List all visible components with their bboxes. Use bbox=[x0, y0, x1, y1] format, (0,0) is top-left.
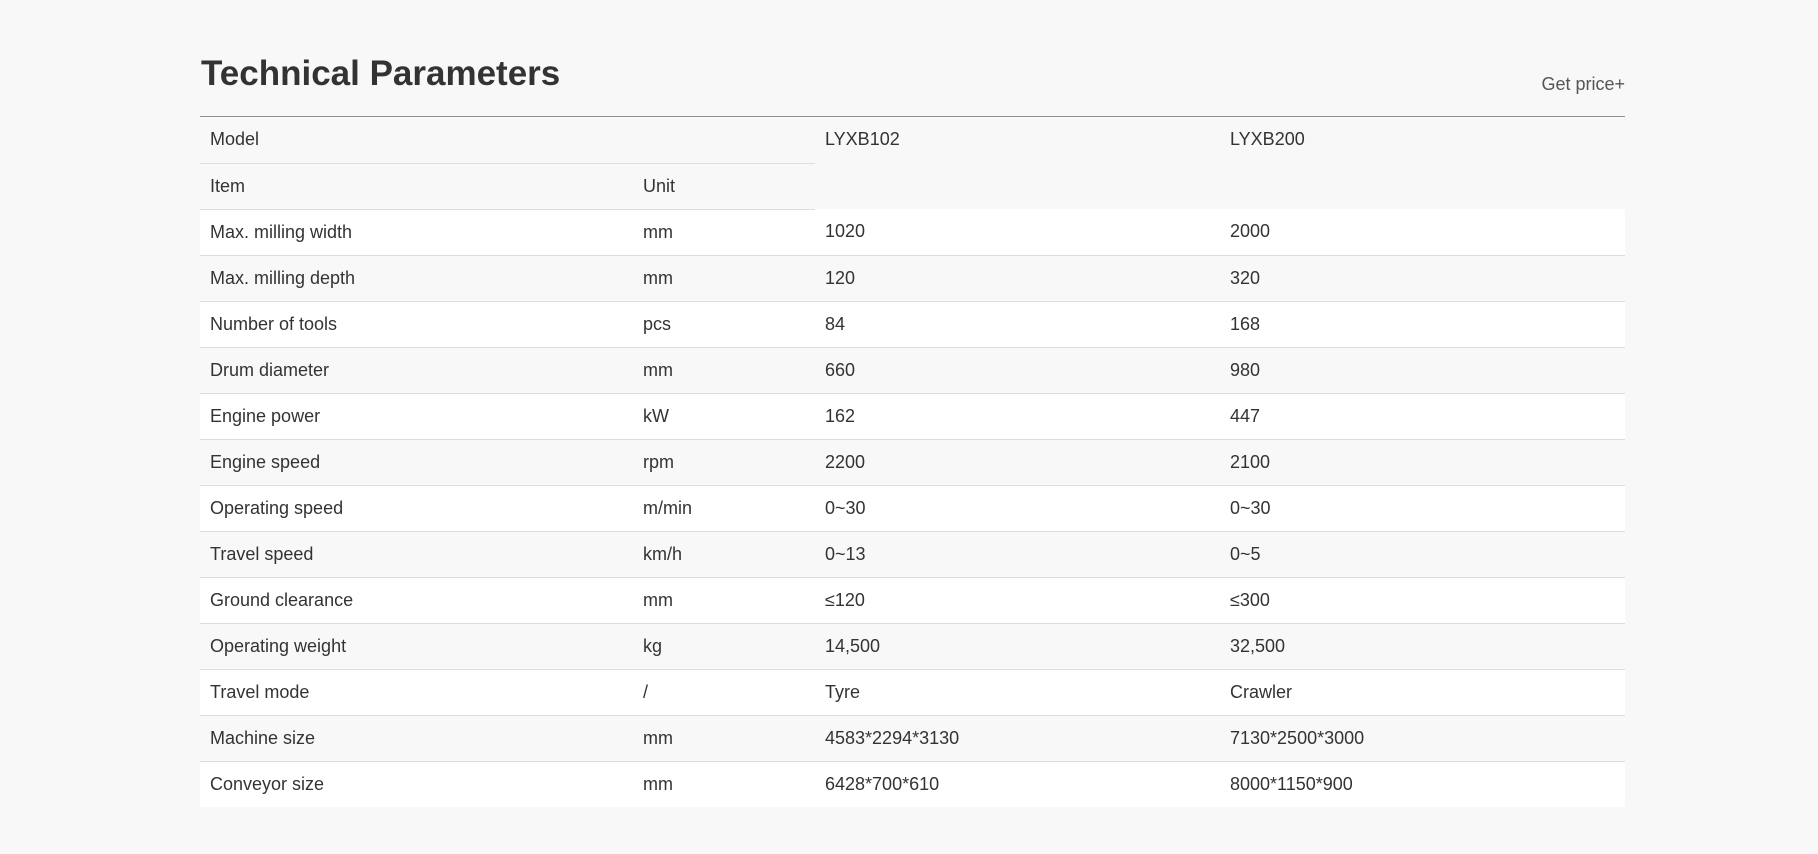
param-lyxb200-value: 447 bbox=[1220, 393, 1625, 440]
param-unit-cell: mm bbox=[633, 577, 815, 624]
param-item-cell: Machine size bbox=[200, 715, 633, 762]
param-unit-cell: rpm bbox=[633, 439, 815, 486]
table-row: Ground clearance mm ≤120 ≤300 bbox=[200, 577, 1625, 624]
table-row: Machine size mm 4583*2294*3130 7130*2500*30… bbox=[200, 715, 1625, 762]
param-lyxb102-value: 120 bbox=[815, 255, 1220, 302]
page-title: Technical Parameters bbox=[201, 54, 561, 93]
table-row: Travel speed km/h 0~13 0~5 bbox=[200, 531, 1625, 578]
param-lyxb200-value: 2100 bbox=[1220, 439, 1625, 486]
param-lyxb102-value: 6428*700*610 bbox=[815, 761, 1220, 807]
param-unit-cell: mm bbox=[633, 209, 815, 256]
table-row: Max. milling depth mm 120 320 bbox=[200, 255, 1625, 302]
table-row: Max. milling width mm 1020 2000 bbox=[200, 209, 1625, 256]
param-unit-cell: / bbox=[633, 669, 815, 716]
param-lyxb102-value: 2200 bbox=[815, 439, 1220, 486]
model-header: Model bbox=[200, 117, 815, 164]
technical-parameters-section: Technical Parameters Get price+ Model LY… bbox=[200, 0, 1625, 807]
param-lyxb102-value: 0~13 bbox=[815, 531, 1220, 578]
table-row: Engine speed rpm 2200 2100 bbox=[200, 439, 1625, 486]
param-lyxb102-value: 0~30 bbox=[815, 485, 1220, 532]
param-item-cell: Drum diameter bbox=[200, 347, 633, 394]
param-item-cell: Operating speed bbox=[200, 485, 633, 532]
param-lyxb102-value: 14,500 bbox=[815, 623, 1220, 670]
param-lyxb200-value: Crawler bbox=[1220, 669, 1625, 716]
param-lyxb200-value: 32,500 bbox=[1220, 623, 1625, 670]
param-lyxb200-value: 8000*1150*900 bbox=[1220, 761, 1625, 807]
table-row: Engine power kW 162 447 bbox=[200, 393, 1625, 440]
param-item-cell: Number of tools bbox=[200, 301, 633, 348]
unit-header: Unit bbox=[633, 163, 815, 210]
param-item-cell: Operating weight bbox=[200, 623, 633, 670]
param-lyxb102-value: 162 bbox=[815, 393, 1220, 440]
table-row: Operating weight kg 14,500 32,500 bbox=[200, 623, 1625, 670]
table-row: Travel mode / Tyre Crawler bbox=[200, 669, 1625, 716]
param-item-cell: Travel mode bbox=[200, 669, 633, 716]
param-unit-cell: kg bbox=[633, 623, 815, 670]
param-lyxb200-value: 980 bbox=[1220, 347, 1625, 394]
param-item-cell: Ground clearance bbox=[200, 577, 633, 624]
table-header-row-models: Model LYXB102 LYXB200 bbox=[200, 117, 1625, 164]
parameters-table: Model LYXB102 LYXB200 Item Unit Max. mil… bbox=[200, 117, 1625, 807]
section-header: Technical Parameters Get price+ bbox=[200, 0, 1625, 117]
param-unit-cell: mm bbox=[633, 715, 815, 762]
param-item-cell: Max. milling width bbox=[200, 209, 633, 256]
param-unit-cell: kW bbox=[633, 393, 815, 440]
parameters-table-body: Max. milling width mm 1020 2000 Max. milling… bbox=[200, 209, 1625, 807]
param-lyxb102-value: ≤120 bbox=[815, 577, 1220, 624]
param-unit-cell: pcs bbox=[633, 301, 815, 348]
param-lyxb102-value: Tyre bbox=[815, 669, 1220, 716]
param-unit-cell: mm bbox=[633, 761, 815, 807]
model-lyxb102-header: LYXB102 bbox=[825, 129, 900, 149]
param-lyxb200-value: 2000 bbox=[1220, 209, 1625, 256]
param-lyxb102-value: 4583*2294*3130 bbox=[815, 715, 1220, 762]
param-lyxb102-value: 84 bbox=[815, 301, 1220, 348]
param-lyxb200-value: 168 bbox=[1220, 301, 1625, 348]
param-item-cell: Travel speed bbox=[200, 531, 633, 578]
param-lyxb102-value: 660 bbox=[815, 347, 1220, 394]
param-lyxb200-value: 7130*2500*3000 bbox=[1220, 715, 1625, 762]
param-lyxb200-value: 0~30 bbox=[1220, 485, 1625, 532]
table-row: Number of tools pcs 84 168 bbox=[200, 301, 1625, 348]
get-price-link[interactable]: Get price+ bbox=[1541, 73, 1625, 95]
param-lyxb102-value: 1020 bbox=[815, 209, 1220, 256]
param-item-cell: Max. milling depth bbox=[200, 255, 633, 302]
param-item-cell: Engine speed bbox=[200, 439, 633, 486]
table-row: Operating speed m/min 0~30 0~30 bbox=[200, 485, 1625, 532]
param-unit-cell: km/h bbox=[633, 531, 815, 578]
param-unit-cell: mm bbox=[633, 347, 815, 394]
param-item-cell: Engine power bbox=[200, 393, 633, 440]
param-unit-cell: m/min bbox=[633, 485, 815, 532]
param-lyxb200-value: 320 bbox=[1220, 255, 1625, 302]
param-lyxb200-value: ≤300 bbox=[1220, 577, 1625, 624]
param-unit-cell: mm bbox=[633, 255, 815, 302]
model-lyxb200-header: LYXB200 bbox=[1230, 129, 1305, 149]
table-row: Conveyor size mm 6428*700*610 8000*1150*900 bbox=[200, 761, 1625, 807]
param-item-cell: Conveyor size bbox=[200, 761, 633, 807]
param-lyxb200-value: 0~5 bbox=[1220, 531, 1625, 578]
table-row: Drum diameter mm 660 980 bbox=[200, 347, 1625, 394]
item-header: Item bbox=[200, 163, 633, 210]
